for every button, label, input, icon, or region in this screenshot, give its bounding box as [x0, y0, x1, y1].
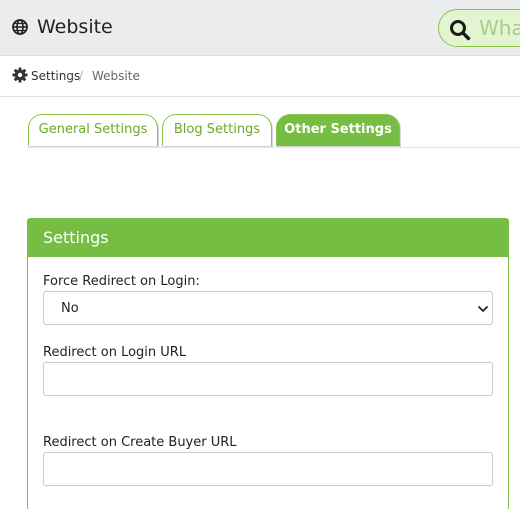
force-redirect-select[interactable]: No — [43, 291, 493, 325]
redirect-buyer-url-label: Redirect on Create Buyer URL — [43, 435, 237, 450]
panel-title: Settings — [43, 228, 109, 247]
breadcrumb-current: Website — [92, 69, 140, 83]
search-input[interactable]: What — [479, 16, 520, 40]
breadcrumb-settings-link[interactable]: Settings — [31, 69, 80, 83]
tab-other-settings[interactable]: Other Settings — [276, 114, 400, 146]
page-title: Website — [37, 16, 113, 38]
panel-header: Settings — [28, 219, 508, 257]
tab-general-settings[interactable]: General Settings — [28, 114, 158, 146]
tab-blog-settings[interactable]: Blog Settings — [162, 114, 272, 146]
redirect-login-url-label: Redirect on Login URL — [43, 345, 187, 360]
chevron-down-icon — [478, 306, 488, 312]
force-redirect-label: Force Redirect on Login: — [43, 274, 200, 289]
force-redirect-value: No — [61, 301, 79, 316]
settings-panel: Settings Force Redirect on Login: No Red… — [27, 218, 509, 509]
globe-icon — [12, 19, 28, 35]
redirect-login-url-input[interactable] — [43, 362, 493, 396]
settings-tabs: General Settings Blog Settings Other Set… — [27, 113, 520, 148]
search-icon — [450, 20, 471, 41]
breadcrumb: Settings / Website — [0, 57, 520, 97]
search-box[interactable]: What — [438, 9, 520, 47]
breadcrumb-separator: / — [79, 69, 84, 83]
redirect-buyer-url-input[interactable] — [43, 452, 493, 486]
gear-icon — [12, 67, 28, 83]
top-bar: Website What — [0, 0, 520, 56]
